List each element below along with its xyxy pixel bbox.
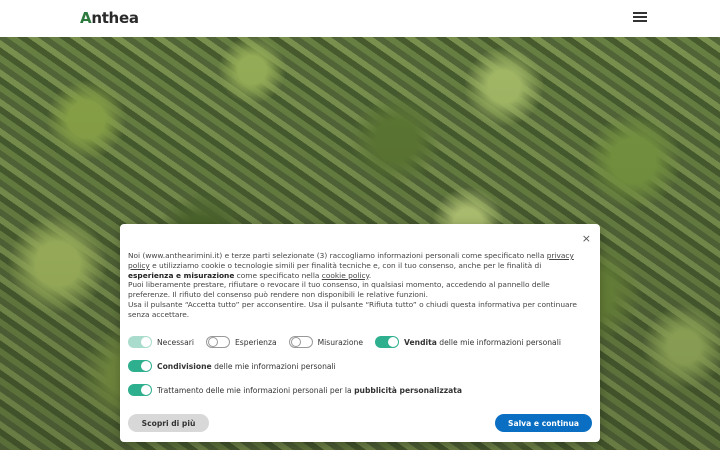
- trattamento-label: Trattamento delle mie informazioni perso…: [157, 386, 462, 395]
- condivisione-label-rest: delle mie informazioni personali: [211, 361, 336, 371]
- toggle-row-2: Condivisione delle mie informazioni pers…: [128, 360, 348, 372]
- hamburger-menu-icon[interactable]: [633, 12, 647, 24]
- cookie-consent-dialog: × Noi (www.anthearimini.it) e terze part…: [120, 224, 600, 442]
- necessari-switch: [128, 336, 152, 348]
- consent-text-part: Noi (www.anthearimini.it) e terze parti …: [128, 251, 547, 260]
- consent-text-part: e utilizziamo cookie o tecnologie simili…: [149, 260, 542, 270]
- consent-text-paragraph: Puoi liberamente prestare, rifiutare o r…: [128, 280, 550, 300]
- logo-rest: nthea: [91, 9, 139, 27]
- vendita-label-rest: delle mie informazioni personali: [436, 337, 561, 347]
- logo-initial: A: [80, 9, 92, 27]
- toggle-row-1: Necessari Esperienza Misurazione Vendita…: [128, 336, 573, 348]
- toggle-row-3: Trattamento delle mie informazioni perso…: [128, 384, 474, 396]
- trattamento-switch[interactable]: [128, 384, 152, 396]
- toggle-vendita: Vendita delle mie informazioni personali: [375, 336, 561, 348]
- learn-more-button[interactable]: Scopri di più: [128, 414, 209, 432]
- misurazione-switch[interactable]: [288, 336, 313, 348]
- toggle-esperienza: Esperienza: [206, 336, 277, 348]
- condivisione-label-bold: Condivisione: [157, 361, 212, 371]
- consent-text-part: come specificato nella: [234, 270, 322, 280]
- anthea-logo[interactable]: Anthea: [80, 7, 139, 29]
- condivisione-switch[interactable]: [128, 360, 152, 372]
- trattamento-label-rest: Trattamento delle mie informazioni perso…: [157, 385, 355, 395]
- consent-text: Noi (www.anthearimini.it) e terze parti …: [128, 251, 580, 320]
- vendita-label-bold: Vendita: [404, 337, 437, 347]
- condivisione-label: Condivisione delle mie informazioni pers…: [157, 362, 336, 371]
- toggle-misurazione: Misurazione: [288, 336, 364, 348]
- misurazione-label: Misurazione: [317, 337, 364, 347]
- consent-text-bold: esperienza e misurazione: [128, 270, 235, 280]
- vendita-switch[interactable]: [375, 336, 400, 348]
- trattamento-label-bold: pubblicità personalizzata: [354, 385, 463, 395]
- esperienza-label: Esperienza: [235, 337, 277, 347]
- site-header: Anthea: [0, 0, 720, 37]
- cookie-policy-link[interactable]: cookie policy: [322, 271, 369, 280]
- close-icon[interactable]: ×: [582, 233, 591, 244]
- logo-text: Anthea: [80, 9, 139, 27]
- toggle-necessari: Necessari: [128, 336, 194, 348]
- save-continue-button[interactable]: Salva e continua: [495, 414, 592, 432]
- toggle-condivisione: Condivisione delle mie informazioni pers…: [128, 360, 336, 372]
- consent-text-part: .: [368, 270, 372, 280]
- necessari-label: Necessari: [157, 337, 194, 347]
- consent-text-paragraph: Usa il pulsante “Accetta tutto” per acco…: [128, 299, 577, 319]
- esperienza-switch[interactable]: [206, 336, 230, 348]
- vendita-label: Vendita delle mie informazioni personali: [404, 338, 561, 347]
- toggle-trattamento: Trattamento delle mie informazioni perso…: [128, 384, 462, 396]
